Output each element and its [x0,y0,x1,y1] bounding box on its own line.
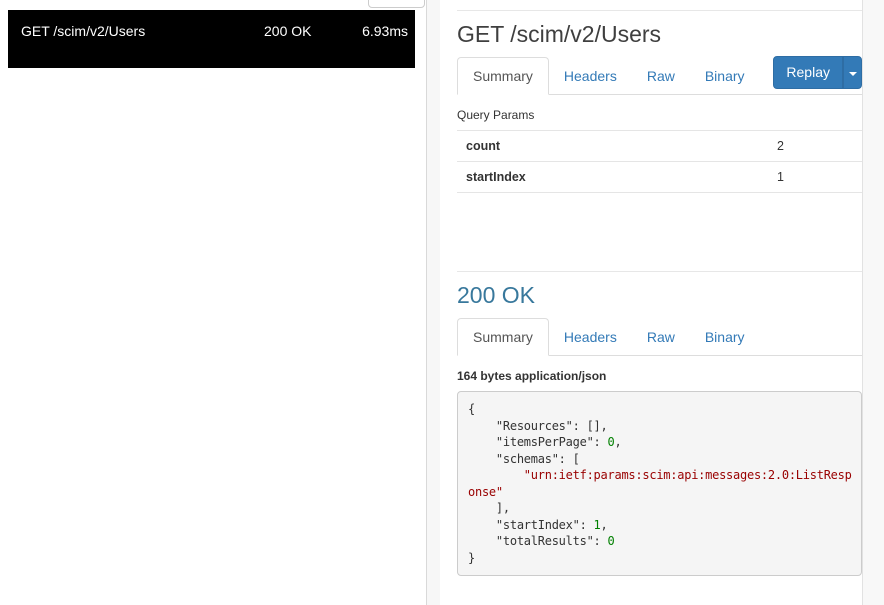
query-param-name: startIndex [466,170,526,184]
code-token-pln: , [600,517,608,532]
request-detail-panel: GET /scim/v2/Users Summary Headers Raw Bina… [440,0,862,605]
code-line: "startIndex": 1, [468,517,851,534]
replay-button-group: Replay [773,56,862,89]
code-token-num: 0 [607,534,615,548]
cutoff-filter-control[interactable] [368,0,425,8]
request-list-item-selected[interactable]: GET /scim/v2/Users 200 OK 6.93ms [8,10,415,68]
query-param-name: count [466,139,501,153]
code-line: "itemsPerPage": 0, [468,434,851,451]
request-list-panel: GET /scim/v2/Users 200 OK 6.93ms [0,0,426,605]
tab-headers[interactable]: Headers [549,58,632,94]
code-line: "Resources": [], [468,418,851,435]
query-param-row: count 2 [457,130,862,162]
request-status-code: 200 [264,23,288,39]
tab-summary[interactable]: Summary [457,318,549,356]
tab-headers[interactable]: Headers [549,319,632,355]
code-token-pln: "Resources": [], [468,418,608,433]
code-token-pln: , [614,435,622,449]
code-token-num: 1 [593,517,601,532]
query-param-row: startIndex 1 [457,162,862,193]
code-line: } [468,550,851,567]
request-duration: 6.93ms [362,23,408,39]
query-param-value: 1 [777,170,784,184]
response-body-code: { "Resources": [], "itemsPerPage": 0, "s… [457,391,862,576]
response-status-title: 200 OK [457,282,535,308]
code-token-pln: "startIndex": [468,517,594,532]
response-tabs: Summary Headers Raw Binary [457,318,862,356]
tab-raw[interactable]: Raw [632,319,690,355]
request-status: 200 OK [264,21,322,41]
request-title: GET /scim/v2/Users [457,21,662,47]
section-divider [457,10,862,11]
tab-binary[interactable]: Binary [690,58,760,94]
code-line: { [468,401,851,418]
query-param-value: 2 [777,139,784,153]
request-method-path: GET /scim/v2/Users [21,23,146,39]
code-token-pln: "totalResults": [468,534,608,548]
code-token-pln: { [468,402,475,416]
code-token-pln [468,468,524,482]
panel-gutter [427,0,440,605]
query-params-heading: Query Params [457,108,535,122]
code-line: "schemas": [ [468,451,851,468]
tab-binary[interactable]: Binary [690,319,760,355]
code-line: onse" [468,484,851,501]
code-token-str: "urn:ietf:params:scim:api:messages:2.0:L… [523,468,852,482]
code-token-pln: "itemsPerPage": [468,435,608,449]
code-line: "urn:ietf:params:scim:api:messages:2.0:L… [468,467,852,484]
code-token-pln: "schemas": [ [468,451,580,466]
response-body-meta: 164 bytes application/json [457,369,607,383]
request-status-text: OK [291,23,312,39]
code-token-pln: } [468,550,475,565]
tab-raw[interactable]: Raw [632,58,690,94]
request-tabs: Summary Headers Raw Binary Replay [457,56,862,95]
query-params-table: count 2 startIndex 1 [457,130,862,193]
code-token-str: onse" [468,484,503,499]
replay-dropdown-button[interactable] [843,56,862,89]
code-line: ], [468,500,851,517]
section-divider [457,271,862,272]
tab-summary[interactable]: Summary [457,57,549,95]
replay-button[interactable]: Replay [773,56,843,89]
page-background-strip [862,0,884,605]
code-line: "totalResults": 0 [468,533,851,550]
caret-down-icon [848,71,857,76]
code-token-pln: ], [468,501,510,515]
